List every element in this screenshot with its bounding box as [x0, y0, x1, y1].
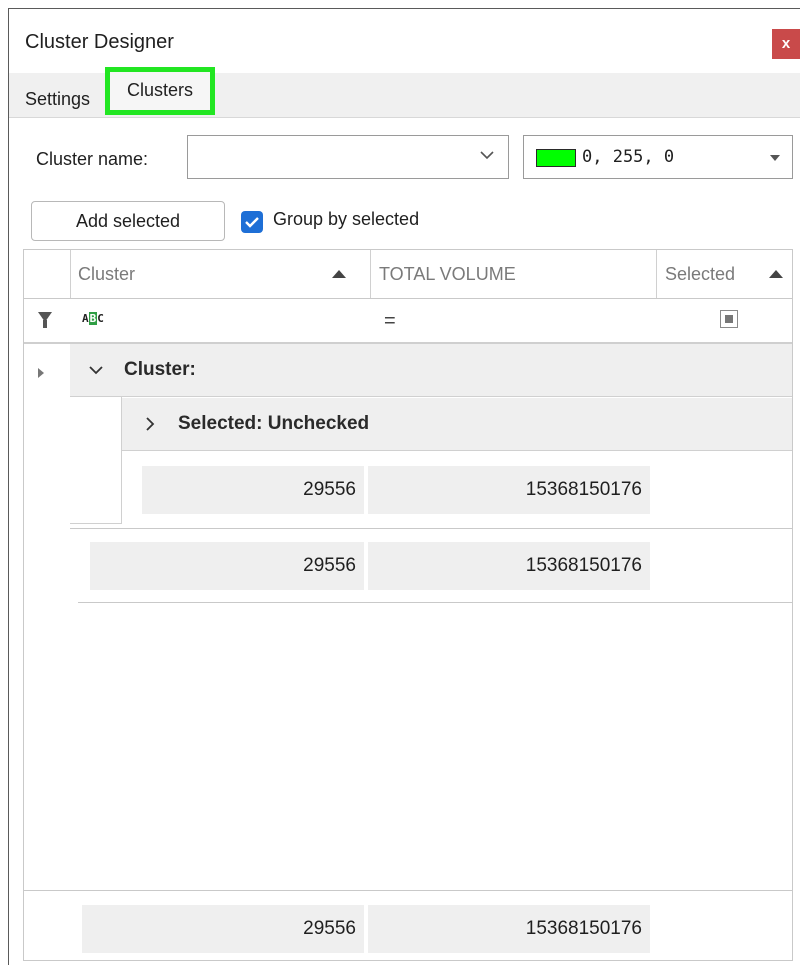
divider [70, 528, 792, 529]
tab-settings[interactable]: Settings [25, 77, 90, 121]
group-cluster-label: Cluster: [124, 359, 196, 380]
column-header-total-volume[interactable]: TOTAL VOLUME [370, 250, 656, 298]
window-title: Cluster Designer [25, 31, 174, 53]
column-header-selected[interactable]: Selected [656, 250, 792, 298]
total-summary-volume: 15368150176 [368, 905, 650, 953]
abc-icon[interactable]: ABC [82, 312, 104, 325]
add-selected-button[interactable]: Add selected [31, 201, 225, 241]
cluster-designer-window: Cluster Designer x Settings Clusters Clu… [8, 8, 800, 965]
grid-header: Cluster TOTAL VOLUME Selected [24, 250, 792, 299]
divider [78, 602, 792, 603]
subgroup-summary-cluster: 29556 [142, 466, 364, 514]
group-by-selected-checkbox[interactable] [241, 211, 263, 233]
filter-icon [43, 320, 47, 328]
tab-strip: Settings Clusters [9, 67, 800, 121]
group-row-selected[interactable]: Selected: Unchecked [122, 398, 792, 451]
group-row-cluster[interactable]: Cluster: [70, 344, 792, 397]
subgroup-summary-volume: 15368150176 [368, 466, 650, 514]
column-header-cluster[interactable]: Cluster [78, 250, 366, 298]
sort-ascending-icon[interactable] [332, 270, 346, 278]
grid-footer: 29556 15368150176 [24, 890, 792, 960]
chevron-down-icon[interactable] [478, 146, 496, 164]
selected-filter-checkbox[interactable] [720, 310, 738, 328]
close-button[interactable]: x [772, 29, 800, 59]
group-selected-label: Selected: Unchecked [178, 413, 370, 434]
equals-operator-icon[interactable]: = [384, 310, 396, 333]
group-by-selected-label: Group by selected [273, 209, 420, 229]
group-summary-volume: 15368150176 [368, 542, 650, 590]
column-header-selected-label: Selected [665, 264, 736, 284]
group-indent [70, 396, 122, 524]
checkmark-icon [245, 217, 259, 228]
tab-clusters[interactable]: Clusters [105, 67, 215, 115]
color-value: 0, 255, 0 [582, 147, 675, 167]
chevron-right-icon[interactable] [142, 416, 158, 432]
row-expand-arrow-icon[interactable] [38, 368, 44, 378]
cluster-grid: Cluster TOTAL VOLUME Selected ABC = Clus… [23, 249, 793, 961]
sort-ascending-icon[interactable] [769, 270, 783, 278]
column-header-total-volume-label: TOTAL VOLUME [379, 264, 516, 284]
dropdown-caret-icon[interactable] [770, 155, 780, 161]
color-swatch [536, 149, 576, 167]
chevron-down-icon[interactable] [88, 362, 104, 378]
cluster-color-picker[interactable]: 0, 255, 0 [523, 135, 793, 179]
auto-filter-row: ABC = [24, 298, 792, 344]
cluster-name-combobox[interactable] [187, 135, 509, 179]
row-indicator-header [24, 250, 71, 298]
title-bar: Cluster Designer x [9, 9, 800, 73]
cluster-name-label: Cluster name: [36, 149, 149, 169]
group-summary-cluster: 29556 [90, 542, 364, 590]
column-header-cluster-label: Cluster [78, 264, 136, 284]
total-summary-cluster: 29556 [82, 905, 364, 953]
